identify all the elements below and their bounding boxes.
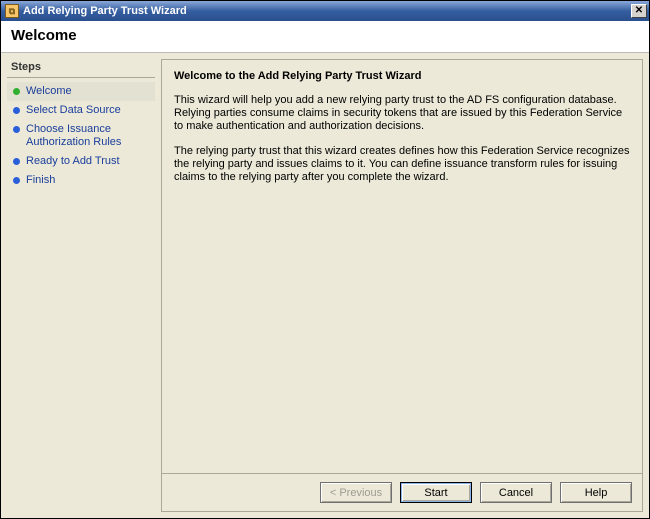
- content-heading: Welcome to the Add Relying Party Trust W…: [174, 70, 630, 82]
- step-label: Ready to Add Trust: [26, 155, 151, 168]
- content-body: Welcome to the Add Relying Party Trust W…: [162, 60, 642, 473]
- page-subtitle: Welcome: [11, 27, 639, 44]
- content-panel: Welcome to the Add Relying Party Trust W…: [161, 59, 643, 512]
- bullet-icon: [13, 88, 20, 95]
- bullet-icon: [13, 158, 20, 165]
- steps-header: Steps: [7, 59, 155, 78]
- step-welcome[interactable]: Welcome: [7, 82, 155, 101]
- button-bar: < Previous Start Cancel Help: [162, 473, 642, 511]
- start-button[interactable]: Start: [400, 482, 472, 503]
- bullet-icon: [13, 126, 20, 133]
- step-ready-to-add-trust[interactable]: Ready to Add Trust: [7, 152, 155, 171]
- body-area: Steps Welcome Select Data Source Choose …: [1, 53, 649, 518]
- steps-list: Welcome Select Data Source Choose Issuan…: [7, 82, 155, 190]
- step-label: Finish: [26, 174, 151, 187]
- content-paragraph-2: The relying party trust that this wizard…: [174, 145, 630, 184]
- bullet-icon: [13, 177, 20, 184]
- titlebar: ⧉ Add Relying Party Trust Wizard ✕: [1, 1, 649, 21]
- step-label: Welcome: [26, 85, 151, 98]
- window-title: Add Relying Party Trust Wizard: [23, 5, 631, 17]
- help-button[interactable]: Help: [560, 482, 632, 503]
- close-icon[interactable]: ✕: [631, 4, 647, 18]
- app-icon: ⧉: [5, 4, 19, 18]
- cancel-button[interactable]: Cancel: [480, 482, 552, 503]
- step-select-data-source[interactable]: Select Data Source: [7, 101, 155, 120]
- subtitle-bar: Welcome: [1, 21, 649, 53]
- step-label: Select Data Source: [26, 104, 151, 117]
- content-paragraph-1: This wizard will help you add a new rely…: [174, 94, 630, 133]
- steps-panel: Steps Welcome Select Data Source Choose …: [7, 59, 155, 512]
- step-choose-issuance-authorization-rules[interactable]: Choose Issuance Authorization Rules: [7, 120, 155, 152]
- previous-button: < Previous: [320, 482, 392, 503]
- bullet-icon: [13, 107, 20, 114]
- wizard-window: ⧉ Add Relying Party Trust Wizard ✕ Welco…: [0, 0, 650, 519]
- step-label: Choose Issuance Authorization Rules: [26, 123, 151, 149]
- step-finish[interactable]: Finish: [7, 171, 155, 190]
